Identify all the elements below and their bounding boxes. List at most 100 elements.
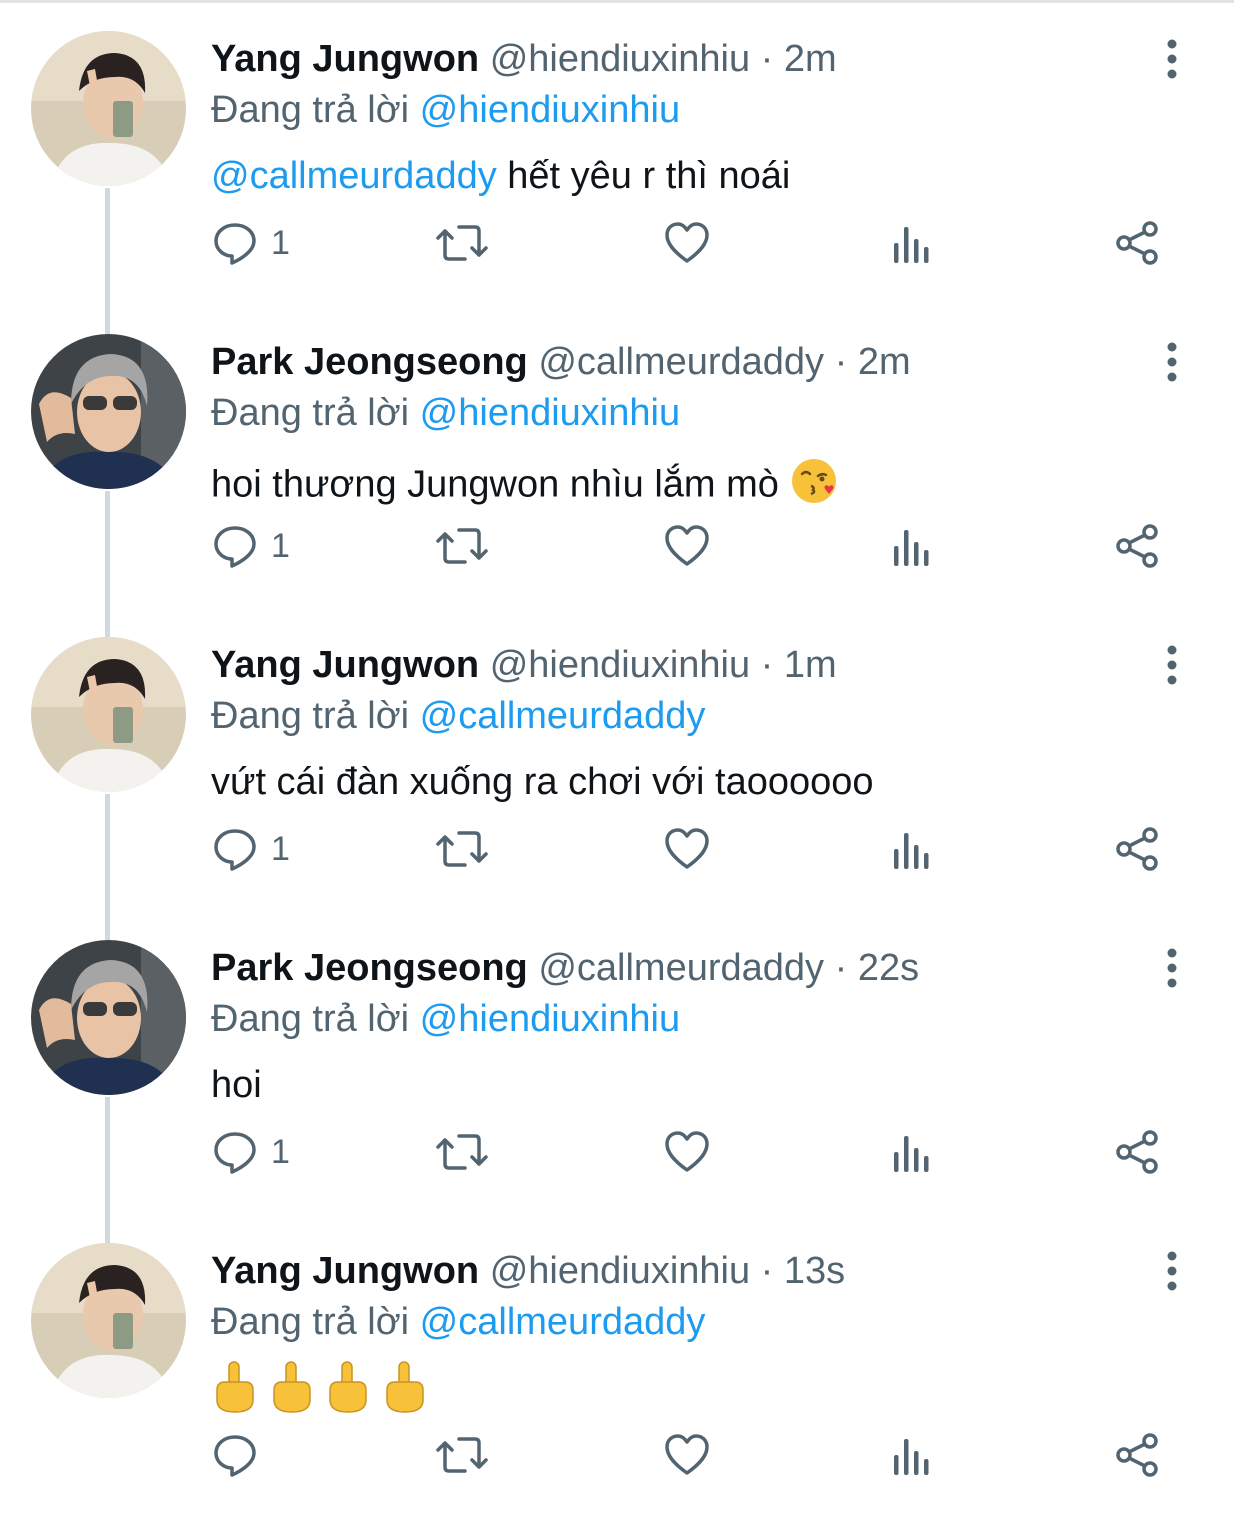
tweet[interactable]: Yang Jungwon @hiendiuxinhiu · 2m Đang tr… (0, 3, 1234, 306)
views-button[interactable] (891, 819, 933, 879)
tweet[interactable]: Yang Jungwon @hiendiuxinhiu · 13s Đang t… (0, 1215, 1234, 1518)
timestamp[interactable]: 1m (784, 644, 837, 686)
heart-icon (663, 1431, 711, 1479)
tweet[interactable]: Park Jeongseong @callmeurdaddy · 22s Đan… (0, 912, 1234, 1215)
retweet-icon (435, 522, 489, 570)
replying-to: Đang trả lời @hiendiuxinhiu (211, 88, 680, 132)
share-button[interactable] (1113, 1122, 1161, 1182)
avatar[interactable] (31, 334, 186, 489)
body-mention[interactable]: @callmeurdaddy (211, 155, 497, 197)
reply-count: 1 (271, 1132, 290, 1171)
replying-mention[interactable]: @hiendiuxinhiu (420, 392, 680, 434)
timestamp[interactable]: 13s (784, 1250, 845, 1292)
analytics-icon (891, 1431, 933, 1479)
retweet-button[interactable] (435, 1425, 489, 1485)
author-handle[interactable]: @hiendiuxinhiu (490, 38, 750, 80)
replying-label: Đang trả lời (211, 1301, 410, 1343)
author-handle[interactable]: @callmeurdaddy (538, 341, 824, 383)
reply-button[interactable]: 1 (211, 1122, 290, 1182)
reply-button[interactable]: 1 (211, 819, 290, 879)
timestamp[interactable]: 22s (858, 947, 919, 989)
retweet-button[interactable] (435, 213, 489, 273)
share-button[interactable] (1113, 819, 1161, 879)
separator: · (750, 644, 784, 686)
replying-label: Đang trả lời (211, 392, 410, 434)
share-icon (1113, 825, 1161, 873)
replying-mention[interactable]: @hiendiuxinhiu (420, 89, 680, 131)
thread-line (105, 794, 110, 912)
reply-button[interactable] (211, 1425, 271, 1485)
author-handle[interactable]: @callmeurdaddy (538, 947, 824, 989)
share-button[interactable] (1113, 1425, 1161, 1485)
retweet-button[interactable] (435, 1122, 489, 1182)
replying-mention[interactable]: @callmeurdaddy (420, 1301, 706, 1343)
like-button[interactable] (663, 213, 711, 273)
author-name[interactable]: Yang Jungwon (211, 1250, 479, 1292)
retweet-button[interactable] (435, 819, 489, 879)
tweet-header: Yang Jungwon @hiendiuxinhiu · 2m (211, 37, 837, 81)
avatar[interactable] (31, 637, 186, 792)
author-name[interactable]: Park Jeongseong (211, 947, 528, 989)
replying-mention[interactable]: @callmeurdaddy (420, 695, 706, 737)
analytics-icon (891, 522, 933, 570)
separator: · (750, 38, 784, 80)
replying-mention[interactable]: @hiendiuxinhiu (420, 998, 680, 1040)
more-options-icon[interactable] (1157, 39, 1187, 79)
avatar[interactable] (31, 31, 186, 186)
replying-label: Đang trả lời (211, 998, 410, 1040)
kiss-emoji (789, 456, 839, 517)
separator: · (750, 1250, 784, 1292)
retweet-button[interactable] (435, 516, 489, 576)
more-options-icon[interactable] (1157, 948, 1187, 988)
separator: · (824, 947, 858, 989)
tweet[interactable]: Yang Jungwon @hiendiuxinhiu · 1m Đang tr… (0, 609, 1234, 912)
reply-icon (211, 219, 259, 267)
middle-finger-emoji (381, 1360, 427, 1427)
like-button[interactable] (663, 1122, 711, 1182)
avatar[interactable] (31, 1243, 186, 1398)
like-button[interactable] (663, 516, 711, 576)
thread-line (105, 306, 110, 334)
author-handle[interactable]: @hiendiuxinhiu (490, 1250, 750, 1292)
thread-line (105, 491, 110, 609)
more-options-icon[interactable] (1157, 645, 1187, 685)
timestamp[interactable]: 2m (784, 38, 837, 80)
more-options-icon[interactable] (1157, 1251, 1187, 1291)
heart-icon (663, 219, 711, 267)
reply-button[interactable]: 1 (211, 516, 290, 576)
share-icon (1113, 219, 1161, 267)
reply-button[interactable]: 1 (211, 213, 290, 273)
tweet[interactable]: Park Jeongseong @callmeurdaddy · 2m Đang… (0, 306, 1234, 609)
tweet-header: Park Jeongseong @callmeurdaddy · 22s (211, 946, 919, 990)
timestamp[interactable]: 2m (858, 341, 911, 383)
action-bar: 1 (211, 1122, 1171, 1182)
action-bar: 1 (211, 819, 1171, 879)
tweet-header: Yang Jungwon @hiendiuxinhiu · 13s (211, 1249, 845, 1293)
views-button[interactable] (891, 213, 933, 273)
tweet-text: vứt cái đàn xuống ra chơi với taoooooo (211, 759, 874, 805)
author-handle[interactable]: @hiendiuxinhiu (490, 644, 750, 686)
reply-icon (211, 1431, 259, 1479)
tweet-header: Yang Jungwon @hiendiuxinhiu · 1m (211, 643, 837, 687)
thread-line (105, 1215, 110, 1243)
body-text: hoi thương Jungwon nhìu lắm mò (211, 463, 779, 506)
more-options-icon[interactable] (1157, 342, 1187, 382)
replying-to: Đang trả lời @hiendiuxinhiu (211, 391, 680, 435)
body-text: hết yêu r thì noái (496, 155, 791, 197)
views-button[interactable] (891, 1425, 933, 1485)
views-button[interactable] (891, 1122, 933, 1182)
analytics-icon (891, 219, 933, 267)
share-button[interactable] (1113, 516, 1161, 576)
share-button[interactable] (1113, 213, 1161, 273)
avatar[interactable] (31, 940, 186, 1095)
reply-icon (211, 522, 259, 570)
tweet-header: Park Jeongseong @callmeurdaddy · 2m (211, 340, 911, 384)
like-button[interactable] (663, 1425, 711, 1485)
author-name[interactable]: Yang Jungwon (211, 38, 479, 80)
middle-finger-emoji (268, 1360, 314, 1427)
author-name[interactable]: Yang Jungwon (211, 644, 479, 686)
author-name[interactable]: Park Jeongseong (211, 341, 528, 383)
share-icon (1113, 522, 1161, 570)
like-button[interactable] (663, 819, 711, 879)
views-button[interactable] (891, 516, 933, 576)
